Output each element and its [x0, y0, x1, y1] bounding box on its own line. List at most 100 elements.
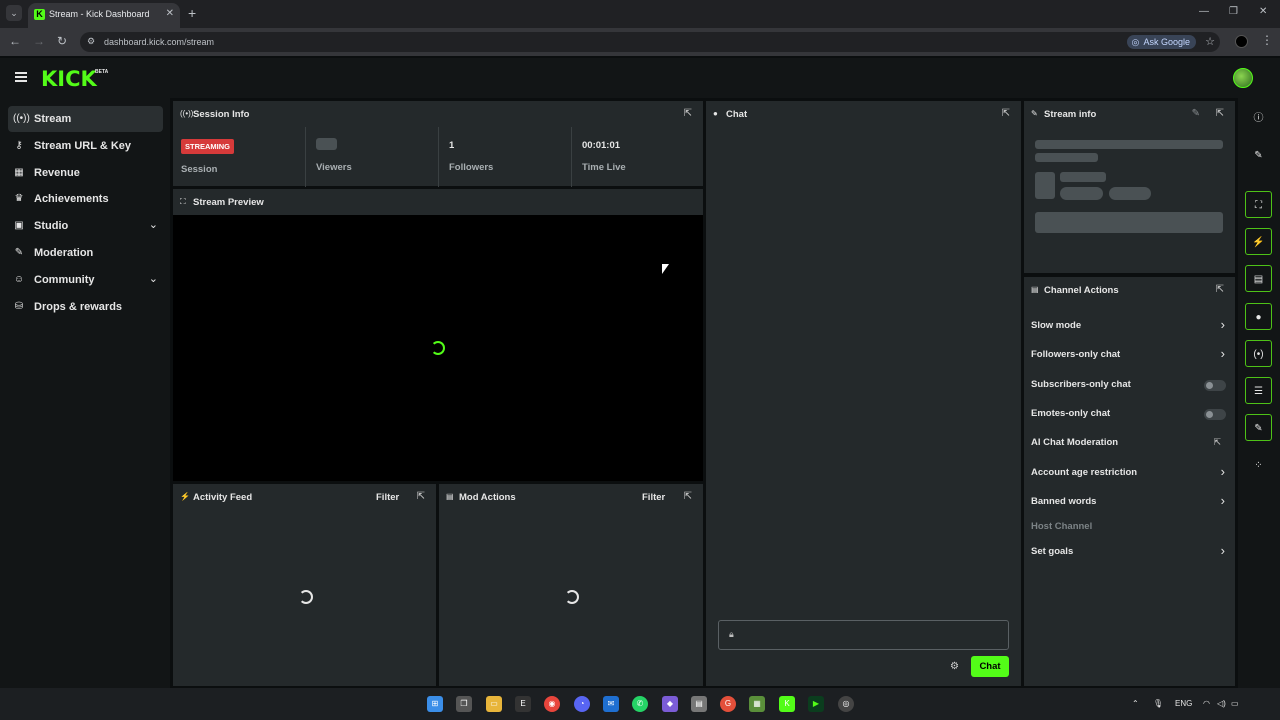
chat-bubble-icon[interactable]: ●: [1245, 303, 1272, 330]
list-icon[interactable]: ☰: [1245, 377, 1272, 404]
stack-icon[interactable]: ▤: [1245, 265, 1272, 292]
channel-action-set-goals[interactable]: Set goals ›: [1031, 543, 1231, 561]
popout-icon[interactable]: ⇱: [1216, 108, 1224, 119]
title-loading-placeholder: [1035, 140, 1223, 149]
chat-settings-icon[interactable]: ⚙: [950, 661, 959, 672]
lightning-icon[interactable]: ⚡: [1245, 228, 1272, 255]
popout-icon[interactable]: ⇱: [1216, 284, 1224, 295]
scan-icon[interactable]: ⛶: [1245, 191, 1272, 218]
dots-icon[interactable]: ⁘: [1245, 452, 1272, 479]
sidebar-item-stream-url-key[interactable]: ⚷ Stream URL & Key: [8, 133, 163, 159]
broadcast-icon[interactable]: (•): [1245, 340, 1272, 367]
user-avatar[interactable]: [1233, 68, 1253, 88]
office-icon[interactable]: ◆: [662, 696, 678, 712]
kick-logo[interactable]: KICK: [41, 67, 97, 91]
browser-tab[interactable]: K Stream - Kick Dashboard ✕: [28, 3, 180, 28]
microphone-icon[interactable]: 🎙︎: [1153, 699, 1163, 708]
external-link-icon[interactable]: ⇱: [1213, 437, 1221, 448]
stream-preview-player[interactable]: [173, 215, 703, 481]
chevron-right-icon[interactable]: ›: [1221, 317, 1225, 332]
forward-button[interactable]: →: [33, 34, 45, 48]
browser-profile-avatar[interactable]: [1235, 35, 1248, 48]
sidebar: ((•)) Stream ⚷ Stream URL & Key ▦ Revenue ♛ Ach…: [0, 98, 170, 688]
sidebar-item-stream[interactable]: ((•)) Stream: [8, 106, 163, 132]
panel-header: ● Chat ⇱: [706, 101, 1021, 127]
toggle-switch[interactable]: [1204, 409, 1226, 420]
tray-overflow-icon[interactable]: ⌃: [1132, 699, 1139, 708]
wrench-icon[interactable]: ✎: [1245, 414, 1272, 441]
chevron-down-icon[interactable]: ⌄: [149, 218, 158, 231]
pencil-icon[interactable]: ✎: [1245, 142, 1272, 169]
sidebar-item-drops-rewards[interactable]: ⛁ Drops & rewards: [8, 294, 163, 320]
sidebar-item-moderation[interactable]: ✎ Moderation: [8, 240, 163, 266]
chevron-right-icon[interactable]: ›: [1221, 346, 1225, 361]
play-icon[interactable]: ▶: [808, 696, 824, 712]
grammarly-icon[interactable]: G: [720, 696, 736, 712]
chevron-down-icon[interactable]: ⌄: [149, 272, 158, 285]
obs-icon[interactable]: ◎: [838, 696, 854, 712]
sidebar-item-studio[interactable]: ▣ Studio ⌄: [8, 213, 163, 239]
epic-games-icon[interactable]: E: [515, 696, 531, 712]
channel-action-slow-mode[interactable]: Slow mode ›: [1031, 317, 1231, 335]
channel-action-emotes-only-chat[interactable]: Emotes-only chat: [1031, 405, 1231, 423]
close-tab-icon[interactable]: ✕: [166, 8, 174, 19]
chat-send-button[interactable]: Chat: [971, 656, 1009, 677]
minimize-button[interactable]: —: [1199, 6, 1209, 17]
app-icon[interactable]: ▤: [691, 696, 707, 712]
popout-icon[interactable]: ⇱: [1002, 108, 1010, 119]
activity-filter-button[interactable]: Filter: [376, 492, 399, 503]
info-icon[interactable]: ⓘ: [1245, 105, 1272, 132]
file-explorer-icon[interactable]: ▭: [486, 696, 502, 712]
sidebar-item-community[interactable]: ☺ Community ⌄: [8, 267, 163, 293]
tab-search-button[interactable]: ⌄: [6, 5, 22, 21]
whatsapp-icon[interactable]: ✆: [632, 696, 648, 712]
chat-message-input[interactable]: 🔒︎: [718, 620, 1009, 650]
kick-app-icon[interactable]: K: [779, 696, 795, 712]
start-menu-icon[interactable]: ⊞: [427, 696, 443, 712]
hamburger-menu-icon[interactable]: [15, 72, 27, 82]
channel-action-subscribers-only-chat[interactable]: Subscribers-only chat: [1031, 376, 1231, 394]
browser-menu-icon[interactable]: ⋮: [1261, 33, 1273, 47]
wifi-icon[interactable]: ◠: [1203, 699, 1210, 708]
discord-icon[interactable]: ◔: [574, 696, 590, 712]
chevron-right-icon[interactable]: ›: [1221, 543, 1225, 558]
chevron-right-icon[interactable]: ›: [1221, 493, 1225, 508]
minecraft-icon[interactable]: ▦: [749, 696, 765, 712]
wrench-icon: ✎: [14, 247, 24, 258]
reload-button[interactable]: ↻: [57, 34, 67, 48]
mod-actions-filter-button[interactable]: Filter: [642, 492, 665, 503]
edit-pencil-icon[interactable]: ✎: [1192, 108, 1200, 119]
channel-action-account-age-restriction[interactable]: Account age restriction ›: [1031, 464, 1231, 482]
task-view-icon[interactable]: ❐: [456, 696, 472, 712]
channel-action-banned-words[interactable]: Banned words ›: [1031, 493, 1231, 511]
site-info-icon[interactable]: ⚙: [87, 36, 95, 47]
stack-icon: ▤: [446, 492, 454, 501]
sidebar-item-revenue[interactable]: ▦ Revenue: [8, 160, 163, 186]
back-button[interactable]: ←: [9, 34, 21, 48]
followers-value: 1: [449, 140, 455, 151]
restore-button[interactable]: ❐: [1229, 6, 1238, 17]
category-thumb-placeholder: [1035, 172, 1055, 199]
chevron-right-icon[interactable]: ›: [1221, 464, 1225, 479]
bookmark-star-icon[interactable]: ☆: [1205, 35, 1215, 48]
close-window-button[interactable]: ✕: [1259, 6, 1267, 17]
followers-label: Followers: [449, 162, 494, 173]
channel-action-followers-only-chat[interactable]: Followers-only chat ›: [1031, 346, 1231, 364]
channel-action-label: Banned words: [1031, 496, 1097, 507]
category-name-placeholder: [1060, 172, 1106, 182]
popout-icon[interactable]: ⇱: [684, 108, 692, 119]
new-tab-button[interactable]: +: [188, 5, 196, 21]
mail-icon[interactable]: ✉: [603, 696, 619, 712]
address-bar[interactable]: ⚙ dashboard.kick.com/stream ◎ Ask Google…: [80, 32, 1220, 52]
ask-google-button[interactable]: ◎ Ask Google: [1127, 35, 1196, 49]
toggle-switch[interactable]: [1204, 380, 1226, 391]
language-indicator[interactable]: ENG: [1175, 699, 1192, 708]
popout-icon[interactable]: ⇱: [684, 491, 692, 502]
sidebar-item-achievements[interactable]: ♛ Achievements: [8, 186, 163, 212]
battery-icon[interactable]: ▭: [1231, 699, 1239, 708]
chrome-icon[interactable]: ◉: [544, 696, 560, 712]
channel-action-ai-chat-moderation[interactable]: AI Chat Moderation ⇱: [1031, 434, 1231, 452]
popout-icon[interactable]: ⇱: [417, 491, 425, 502]
viewers-label: Viewers: [316, 162, 352, 173]
volume-icon[interactable]: ◁): [1217, 699, 1226, 708]
